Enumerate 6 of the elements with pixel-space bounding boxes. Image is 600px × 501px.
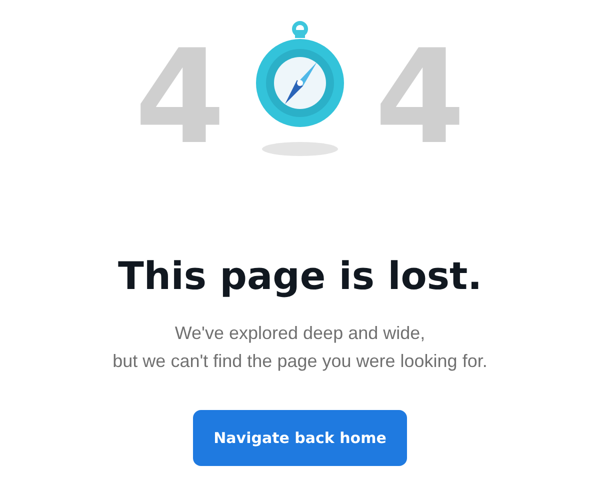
home-button[interactable]: Navigate back home bbox=[193, 410, 407, 466]
message-text: We've explored deep and wide, bbox=[174, 322, 426, 344]
message-text: but we can't find the page you were looking for. bbox=[112, 350, 488, 372]
shadow-icon bbox=[262, 142, 338, 156]
compass-icon bbox=[255, 18, 345, 130]
page-title: This page is lost. bbox=[118, 254, 482, 300]
